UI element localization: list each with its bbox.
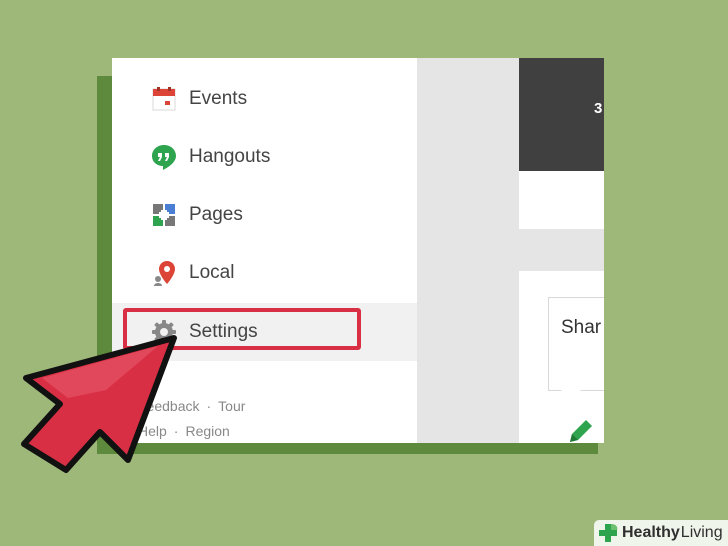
- logo-text-regular: Living: [680, 524, 723, 541]
- sidebar-item-label: Pages: [189, 204, 243, 225]
- header-text: 3: [594, 100, 603, 117]
- region-link[interactable]: Region: [185, 423, 229, 439]
- sidebar-item-label: Local: [189, 262, 235, 283]
- share-placeholder: Shar: [561, 317, 602, 338]
- plus-leaf-icon: [599, 524, 618, 542]
- share-box-tail: [561, 390, 581, 402]
- sidebar-item-local[interactable]: Local: [112, 244, 417, 302]
- pencil-icon[interactable]: [566, 418, 596, 443]
- content-card-top: [519, 171, 604, 229]
- footer-separator: ·: [206, 398, 212, 414]
- pages-icon: [153, 204, 175, 226]
- sidebar-item-label: Hangouts: [189, 146, 271, 167]
- map-pin-icon: [154, 261, 175, 286]
- healthy-living-logo: Healthy Living: [594, 520, 728, 546]
- share-input[interactable]: Shar: [548, 297, 604, 391]
- sidebar-item-events[interactable]: Events: [112, 70, 417, 128]
- sidebar-item-label: Events: [189, 88, 248, 109]
- sidebar-item-pages[interactable]: Pages: [112, 186, 417, 244]
- sidebar-item-hangouts[interactable]: Hangouts: [112, 128, 417, 186]
- tour-link[interactable]: Tour: [218, 398, 245, 414]
- calendar-icon: [152, 87, 176, 111]
- profile-header: 3: [519, 58, 604, 171]
- pointer-arrow-icon: [21, 335, 177, 473]
- logo-text-bold: Healthy: [622, 524, 680, 541]
- hangouts-icon: [152, 145, 176, 170]
